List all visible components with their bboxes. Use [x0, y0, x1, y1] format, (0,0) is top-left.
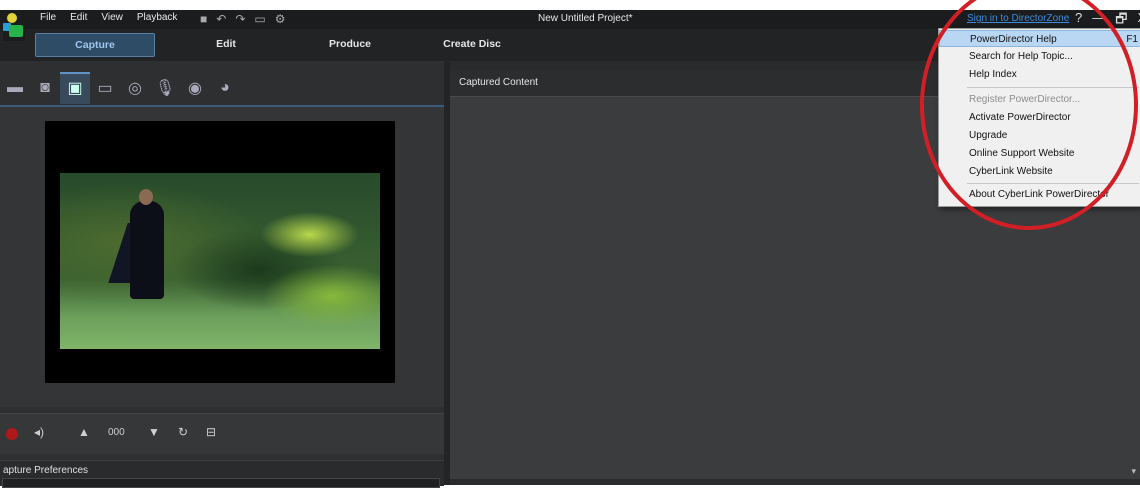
undo-icon[interactable]: ↶	[216, 11, 226, 27]
capture-panel: ▬ ◙ ▣ ▭ ◎ 🎙 ◉ ◕ ◂) ▲ 000 ▼ ↻ ⊟ apture Pr…	[0, 61, 444, 488]
menu-item-about[interactable]: About CyberLink PowerDirector	[939, 186, 1140, 203]
dv-camcorder-icon[interactable]: ▬	[0, 79, 30, 97]
capture-controls: ◂) ▲ 000 ▼ ↻ ⊟	[0, 413, 444, 454]
channel-down-icon[interactable]: ▼	[148, 425, 160, 439]
microphone-icon[interactable]: 🎙	[150, 78, 180, 98]
webcam-icon[interactable]: ◎	[120, 78, 150, 98]
channel-up-icon[interactable]: ▲	[78, 425, 90, 439]
optical-disc-icon[interactable]: ◕	[210, 79, 240, 97]
tab-edit[interactable]: Edit	[196, 33, 256, 55]
window-title: New Untitled Project*	[538, 13, 633, 24]
capture-preferences-label: apture Preferences	[3, 465, 89, 476]
capture-preferences: apture Preferences	[0, 460, 444, 488]
record-button[interactable]	[6, 428, 18, 440]
menu-item-label: PowerDirector Help	[970, 34, 1057, 45]
channel-counter: 000	[108, 427, 125, 438]
menu-separator	[967, 183, 1139, 184]
chevron-down-icon[interactable]: ▾	[1131, 466, 1136, 477]
menu-item-cyberlink-website[interactable]: CyberLink Website	[939, 163, 1140, 180]
menu-playback[interactable]: Playback	[137, 12, 178, 23]
menu-edit[interactable]: Edit	[70, 12, 87, 23]
video-frame-image	[60, 173, 380, 349]
tab-produce[interactable]: Produce	[312, 33, 388, 55]
layout-icon[interactable]: ▭	[254, 11, 265, 27]
tab-create-disc[interactable]: Create Disc	[434, 33, 510, 55]
menu-view[interactable]: View	[101, 12, 123, 23]
menu-bar: File Edit View Playback	[40, 12, 191, 23]
tv-capture-icon[interactable]: ▣	[60, 72, 90, 104]
directorzone-signin-link[interactable]: Sign in to DirectorZone	[967, 13, 1069, 24]
quick-toolbar: ■ ↶ ↷ ▭ ⚙	[200, 11, 285, 27]
save-icon[interactable]: ■	[200, 11, 207, 27]
capture-source-bar: ▬ ◙ ▣ ▭ ◎ 🎙 ◉ ◕	[0, 71, 444, 105]
menu-item-online-support[interactable]: Online Support Website	[939, 145, 1140, 162]
menu-item-help-index[interactable]: Help Index	[939, 66, 1140, 83]
settings-gear-icon[interactable]: ⚙	[275, 11, 286, 27]
volume-icon[interactable]: ◂)	[34, 425, 44, 439]
menu-item-powerdirector-help[interactable]: PowerDirector Help F1	[939, 30, 1140, 47]
redo-icon[interactable]: ↷	[235, 11, 245, 27]
shortcut-label: F1	[1126, 34, 1138, 45]
video-preview	[45, 121, 395, 383]
tab-capture[interactable]: Capture	[35, 33, 155, 57]
hdv-camcorder-icon[interactable]: ◙	[30, 79, 60, 97]
powerdirector-logo	[3, 13, 25, 41]
menu-item-activate[interactable]: Activate PowerDirector	[939, 109, 1140, 126]
captured-content-title: Captured Content	[459, 77, 538, 88]
menu-item-register: Register PowerDirector...	[969, 94, 1081, 105]
panel-footer	[450, 479, 1140, 485]
menu-separator	[967, 87, 1139, 88]
dtv-capture-icon[interactable]: ▭	[90, 78, 120, 98]
capture-preferences-box	[2, 478, 440, 488]
title-bar: File Edit View Playback ■ ↶ ↷ ▭ ⚙ New Un…	[0, 10, 1140, 29]
help-dropdown-menu: PowerDirector Help F1 Search for Help To…	[938, 28, 1140, 207]
cd-capture-icon[interactable]: ◉	[180, 78, 210, 98]
menu-item-upgrade[interactable]: Upgrade	[939, 127, 1140, 144]
menu-item-search-help[interactable]: Search for Help Topic...	[939, 48, 1140, 65]
tv-settings-icon[interactable]: ⊟	[206, 425, 216, 439]
refresh-icon[interactable]: ↻	[178, 425, 188, 439]
menu-file[interactable]: File	[40, 12, 56, 23]
